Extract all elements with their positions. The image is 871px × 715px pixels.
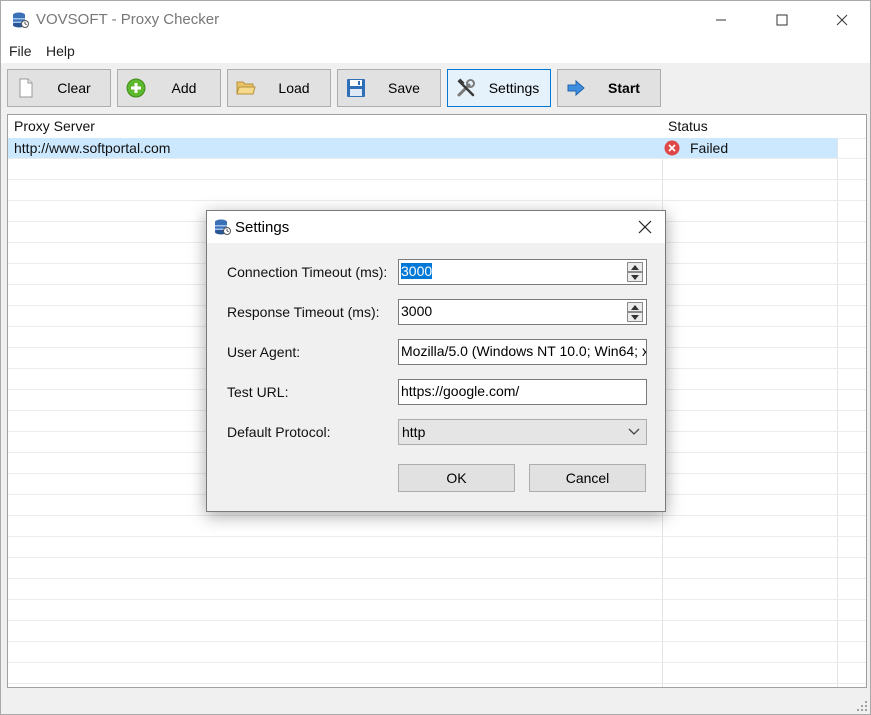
proxy-server-cell: http://www.softportal.com	[14, 140, 171, 156]
triangle-down-icon	[631, 274, 639, 280]
app-database-icon	[215, 219, 231, 235]
test-url-value: https://google.com/	[401, 383, 520, 399]
grid-row-line	[8, 536, 866, 537]
response-timeout-label: Response Timeout (ms):	[227, 304, 380, 320]
error-circle-icon	[664, 140, 680, 156]
default-protocol-select[interactable]: http	[398, 419, 647, 445]
grid-row-line	[8, 641, 866, 642]
response-timeout-input[interactable]: 3000	[398, 299, 647, 325]
resize-grip-icon[interactable]	[856, 700, 868, 712]
menu-bar: File Help	[1, 39, 870, 63]
grid-row-line	[8, 599, 866, 600]
column-header-status[interactable]: Status	[668, 118, 708, 134]
grid-header: Proxy Server Status	[8, 115, 866, 138]
grid-row-line	[8, 620, 866, 621]
default-protocol-label: Default Protocol:	[227, 424, 331, 440]
response-timeout-value: 3000	[401, 303, 433, 319]
start-button-label: Start	[608, 80, 640, 96]
response-timeout-spinner[interactable]	[627, 302, 643, 322]
connection-timeout-input[interactable]: 3000	[398, 259, 647, 285]
dialog-close-icon[interactable]	[637, 219, 653, 235]
close-icon	[836, 14, 848, 26]
minimize-button[interactable]	[698, 1, 744, 39]
tools-icon	[457, 78, 475, 97]
connection-timeout-label: Connection Timeout (ms):	[227, 264, 388, 280]
spin-down-button[interactable]	[627, 272, 643, 282]
grid-row-line	[8, 557, 866, 558]
grid-row-line	[8, 515, 866, 516]
start-button[interactable]: Start	[557, 69, 661, 107]
chevron-down-icon	[628, 428, 640, 435]
arrow-right-icon	[567, 79, 585, 97]
column-header-proxy-server[interactable]: Proxy Server	[14, 118, 95, 134]
clear-button[interactable]: Clear	[7, 69, 111, 107]
settings-button[interactable]: Settings	[447, 69, 551, 107]
test-url-label: Test URL:	[227, 384, 289, 400]
app-database-icon	[13, 12, 29, 28]
dialog-title: Settings	[235, 219, 290, 236]
user-agent-label: User Agent:	[227, 344, 301, 360]
settings-dialog: Settings Connection Timeout (ms): 3000 R…	[206, 210, 666, 512]
dialog-title-bar[interactable]: Settings	[207, 211, 665, 243]
clear-button-label: Clear	[57, 80, 91, 96]
menu-file[interactable]: File	[9, 43, 32, 59]
menu-help[interactable]: Help	[46, 43, 75, 59]
grid-row-line	[8, 662, 866, 663]
grid-row-line	[8, 683, 866, 684]
spin-up-button[interactable]	[627, 302, 643, 312]
status-cell: Failed	[690, 140, 729, 156]
ok-button[interactable]: OK	[398, 464, 515, 492]
blank-page-icon	[19, 78, 33, 98]
add-button-label: Add	[171, 80, 197, 96]
toolbar: Clear Add Load Save Settings Start	[1, 63, 870, 113]
grid-row-line	[8, 179, 866, 180]
settings-button-label: Settings	[488, 80, 540, 96]
floppy-disk-icon	[347, 79, 365, 97]
triangle-up-icon	[631, 304, 639, 310]
title-bar[interactable]: VOVSOFT - Proxy Checker	[1, 1, 870, 39]
folder-open-icon	[236, 81, 256, 95]
grid-row-line	[8, 200, 866, 201]
grid-row-line	[8, 578, 866, 579]
spin-down-button[interactable]	[627, 312, 643, 322]
status-bar	[1, 691, 870, 714]
test-url-input[interactable]: https://google.com/	[398, 379, 647, 405]
maximize-button[interactable]	[759, 1, 805, 39]
minimize-icon	[716, 19, 726, 21]
user-agent-value: Mozilla/5.0 (Windows NT 10.0; Win64; x	[401, 343, 647, 359]
plus-circle-icon	[126, 78, 146, 98]
cancel-button[interactable]: Cancel	[529, 464, 646, 492]
close-button[interactable]	[819, 1, 865, 39]
spin-up-button[interactable]	[627, 262, 643, 272]
window-title: VOVSOFT - Proxy Checker	[36, 11, 220, 28]
connection-timeout-spinner[interactable]	[627, 262, 643, 282]
grid-row-line	[8, 158, 866, 159]
load-button[interactable]: Load	[227, 69, 331, 107]
save-button[interactable]: Save	[337, 69, 441, 107]
load-button-label: Load	[278, 80, 310, 96]
user-agent-input[interactable]: Mozilla/5.0 (Windows NT 10.0; Win64; x	[398, 339, 647, 365]
triangle-up-icon	[631, 264, 639, 270]
save-button-label: Save	[388, 80, 420, 96]
add-button[interactable]: Add	[117, 69, 221, 107]
default-protocol-value: http	[402, 424, 426, 440]
maximize-icon	[776, 14, 788, 26]
connection-timeout-value: 3000	[401, 263, 433, 279]
triangle-down-icon	[631, 314, 639, 320]
